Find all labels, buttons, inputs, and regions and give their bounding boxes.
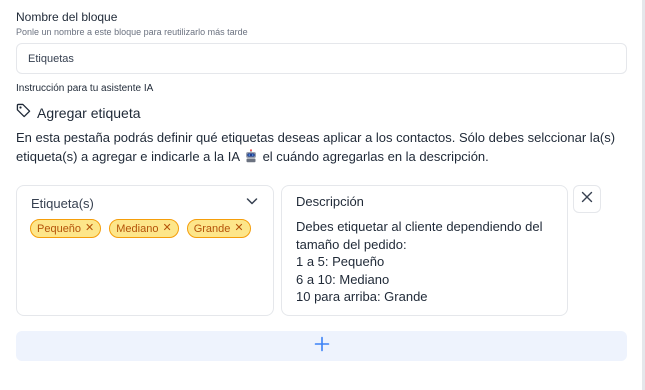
block-name-label: Nombre del bloque <box>16 10 118 24</box>
description-card[interactable]: Descripción Debes etiquetar al cliente d… <box>281 185 568 316</box>
chip-remove-icon[interactable]: ✕ <box>234 223 243 234</box>
remove-row-button[interactable] <box>573 185 601 213</box>
tag-chip: Pequeño ✕ <box>30 219 102 238</box>
chevron-down-icon[interactable] <box>245 194 259 213</box>
robot-icon <box>244 149 258 168</box>
tag-icon <box>16 103 31 123</box>
ai-instruction-label: Instrucción para tu asistente IA <box>16 83 154 94</box>
tag-chip-label: Mediano <box>116 222 159 235</box>
description-title: Descripción <box>296 194 364 209</box>
block-name-value: Etiquetas <box>28 52 74 65</box>
section-title: Agregar etiqueta <box>37 105 141 121</box>
section-description: En esta pestaña podrás definir qué etiqu… <box>16 128 616 168</box>
tag-chip: Grande ✕ <box>186 219 251 238</box>
description-text[interactable]: Debes etiquetar al cliente dependiendo d… <box>296 218 558 306</box>
tag-chips: Pequeño ✕ Mediano ✕ Grande ✕ <box>30 219 251 238</box>
block-name-input[interactable]: Etiquetas <box>16 43 627 74</box>
chip-remove-icon[interactable]: ✕ <box>85 223 94 234</box>
add-row-button[interactable] <box>16 331 627 361</box>
section-header: Agregar etiqueta <box>16 103 141 123</box>
tag-chip: Mediano ✕ <box>109 219 179 238</box>
tags-select[interactable]: Etiqueta(s) <box>31 194 259 212</box>
chip-remove-icon[interactable]: ✕ <box>162 223 171 234</box>
tag-chip-label: Grande <box>193 222 231 235</box>
tag-chip-label: Pequeño <box>37 222 82 235</box>
section-description-part-2: el cuándo agregarlas en la descripción. <box>262 149 489 164</box>
tags-select-label: Etiqueta(s) <box>31 195 94 211</box>
plus-icon <box>314 336 330 357</box>
block-name-hint: Ponle un nombre a este bloque para reuti… <box>16 27 248 37</box>
close-icon <box>581 190 593 208</box>
tags-card: Etiqueta(s) Pequeño ✕ Mediano ✕ Grande ✕ <box>16 185 274 316</box>
